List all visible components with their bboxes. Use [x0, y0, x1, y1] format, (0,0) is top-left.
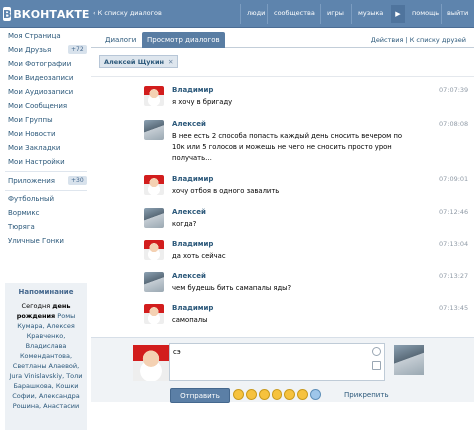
- sidebar-item-messages[interactable]: Мои Сообщения: [8, 102, 67, 110]
- back-to-dialogs-link[interactable]: ‹ К списку диалогов: [93, 9, 162, 17]
- sidebar-app-wormix[interactable]: Вормикс: [8, 209, 39, 217]
- message-author[interactable]: Алексей: [172, 208, 206, 216]
- close-icon[interactable]: ✕: [168, 58, 173, 66]
- sidebar-item-friends[interactable]: Мои Друзья: [8, 46, 51, 54]
- sidebar-app-jail[interactable]: Тюряга: [8, 223, 35, 231]
- grin-icon[interactable]: [271, 389, 283, 400]
- avatar[interactable]: [144, 272, 164, 292]
- sidebar-item-groups[interactable]: Мои Группы: [8, 116, 53, 124]
- sidebar-divider: [5, 190, 87, 191]
- message-text: когда?: [172, 220, 197, 228]
- nav-people[interactable]: люди: [247, 9, 265, 17]
- message-time: 07:07:39: [439, 86, 469, 94]
- nav-music[interactable]: музыка: [358, 9, 383, 17]
- sidebar-item-photos[interactable]: Мои Фотографии: [8, 60, 71, 68]
- vk-logo[interactable]: B ВКОНТАКТЕ: [3, 5, 89, 23]
- message-time: 07:08:08: [439, 120, 469, 128]
- nav-games[interactable]: игры: [327, 9, 344, 17]
- sidebar-item-bookmarks[interactable]: Мои Закладки: [8, 144, 60, 152]
- nav-help[interactable]: помощь: [412, 9, 439, 17]
- dialog-tabs: Диалоги Просмотр диалогов Действия | К с…: [91, 28, 474, 48]
- divider: [91, 76, 474, 77]
- top-bar: B ВКОНТАКТЕ ‹ К списку диалогов люди сооб…: [0, 0, 474, 28]
- message-author[interactable]: Владимир: [172, 240, 213, 248]
- back-to-friends-link[interactable]: К списку друзей: [410, 36, 466, 44]
- laugh-icon[interactable]: [245, 389, 257, 400]
- sidebar-item-videos[interactable]: Мои Видеозаписи: [8, 74, 73, 82]
- sidebar-item-apps[interactable]: Приложения: [8, 177, 55, 185]
- birthday-reminder: Напоминание Сегодня день рождения Ромы К…: [5, 283, 87, 430]
- message-author[interactable]: Алексей: [172, 272, 206, 280]
- message-time: 07:13:45: [439, 304, 469, 312]
- more-emoji-icon[interactable]: [310, 389, 322, 400]
- avatar[interactable]: [144, 304, 164, 324]
- avatar[interactable]: [144, 208, 164, 228]
- message-author[interactable]: Владимир: [172, 304, 213, 312]
- friends-count-badge[interactable]: +72: [68, 45, 87, 54]
- wink-icon[interactable]: [258, 389, 270, 400]
- nav-divider: [267, 4, 268, 24]
- sidebar: Моя Страница Мои Друзья +72 Мои Фотограф…: [0, 28, 90, 430]
- message-time: 07:13:27: [439, 272, 469, 280]
- message-author[interactable]: Владимир: [172, 86, 213, 94]
- smile-icon[interactable]: [233, 389, 244, 400]
- actions-link[interactable]: Действия: [371, 36, 404, 44]
- recipient-chip[interactable]: Алексей Щукин ✕: [99, 55, 179, 68]
- message-author[interactable]: Алексей: [172, 120, 206, 128]
- vk-logo-icon: B: [3, 7, 12, 21]
- nav-logout[interactable]: выйти: [447, 9, 468, 17]
- dialog-view: Диалоги Просмотр диалогов Действия | К с…: [91, 28, 474, 403]
- tab-view-dialogs[interactable]: Просмотр диалогов: [142, 32, 225, 48]
- avatar[interactable]: [144, 86, 164, 106]
- sidebar-item-audio[interactable]: Мои Аудиозаписи: [8, 88, 73, 96]
- reminder-names-link[interactable]: Ромы Кумара, Алексея Кравченко, Владисла…: [9, 312, 82, 410]
- avatar: [133, 345, 169, 381]
- message-text: чем будешь бить самапалы яды?: [172, 284, 292, 292]
- send-button[interactable]: Отправить: [170, 388, 230, 403]
- emoji-bar: [233, 389, 322, 401]
- sidebar-item-my-page[interactable]: Моя Страница: [8, 32, 61, 40]
- cool-icon[interactable]: [297, 389, 309, 400]
- attach-link[interactable]: Прикрепить: [344, 391, 389, 399]
- message-compose: сэ Отправить Прикрепить: [91, 337, 474, 403]
- recipient-photo[interactable]: [394, 345, 424, 375]
- nav-divider: [240, 4, 241, 24]
- shocked-icon[interactable]: [284, 389, 296, 400]
- tab-dialogs[interactable]: Диалоги: [105, 36, 136, 44]
- sidebar-app-street-racing[interactable]: Уличные Гонки: [8, 237, 64, 245]
- smile-icon[interactable]: [372, 347, 381, 356]
- apps-count-badge[interactable]: +30: [68, 176, 87, 185]
- avatar[interactable]: [144, 175, 164, 195]
- camera-icon[interactable]: [372, 361, 381, 370]
- message-input[interactable]: сэ: [169, 343, 385, 381]
- message-text: самопалы: [172, 316, 208, 324]
- nav-arrow-icon[interactable]: ▶: [391, 5, 405, 23]
- dialog-actions-links: Действия | К списку друзей: [370, 36, 466, 44]
- nav-communities[interactable]: сообщества: [274, 9, 315, 17]
- nav-divider: [441, 4, 442, 24]
- nav-divider: [320, 4, 321, 24]
- sidebar-item-settings[interactable]: Мои Настройки: [8, 158, 65, 166]
- sidebar-divider: [5, 171, 87, 172]
- message-text: я хочу в бригаду: [172, 98, 233, 106]
- message-text: хочу отбоя в одного завалить: [172, 187, 280, 195]
- message-text: В нее есть 2 способа попасть каждый день…: [172, 132, 403, 162]
- sidebar-app-football[interactable]: Футбольный: [8, 195, 54, 203]
- message-text: да хоть сейчас: [172, 252, 226, 260]
- message-time: 07:12:46: [439, 208, 469, 216]
- message-time: 07:09:01: [439, 175, 469, 183]
- reminder-title: Напоминание: [18, 288, 74, 296]
- avatar[interactable]: [144, 120, 164, 140]
- sidebar-item-news[interactable]: Мои Новости: [8, 130, 56, 138]
- message-author[interactable]: Владимир: [172, 175, 213, 183]
- nav-divider: [351, 4, 352, 24]
- avatar[interactable]: [144, 240, 164, 260]
- reminder-text: Сегодня день рождения Ромы Кумара, Алекс…: [9, 302, 83, 410]
- message-time: 07:13:04: [439, 240, 469, 248]
